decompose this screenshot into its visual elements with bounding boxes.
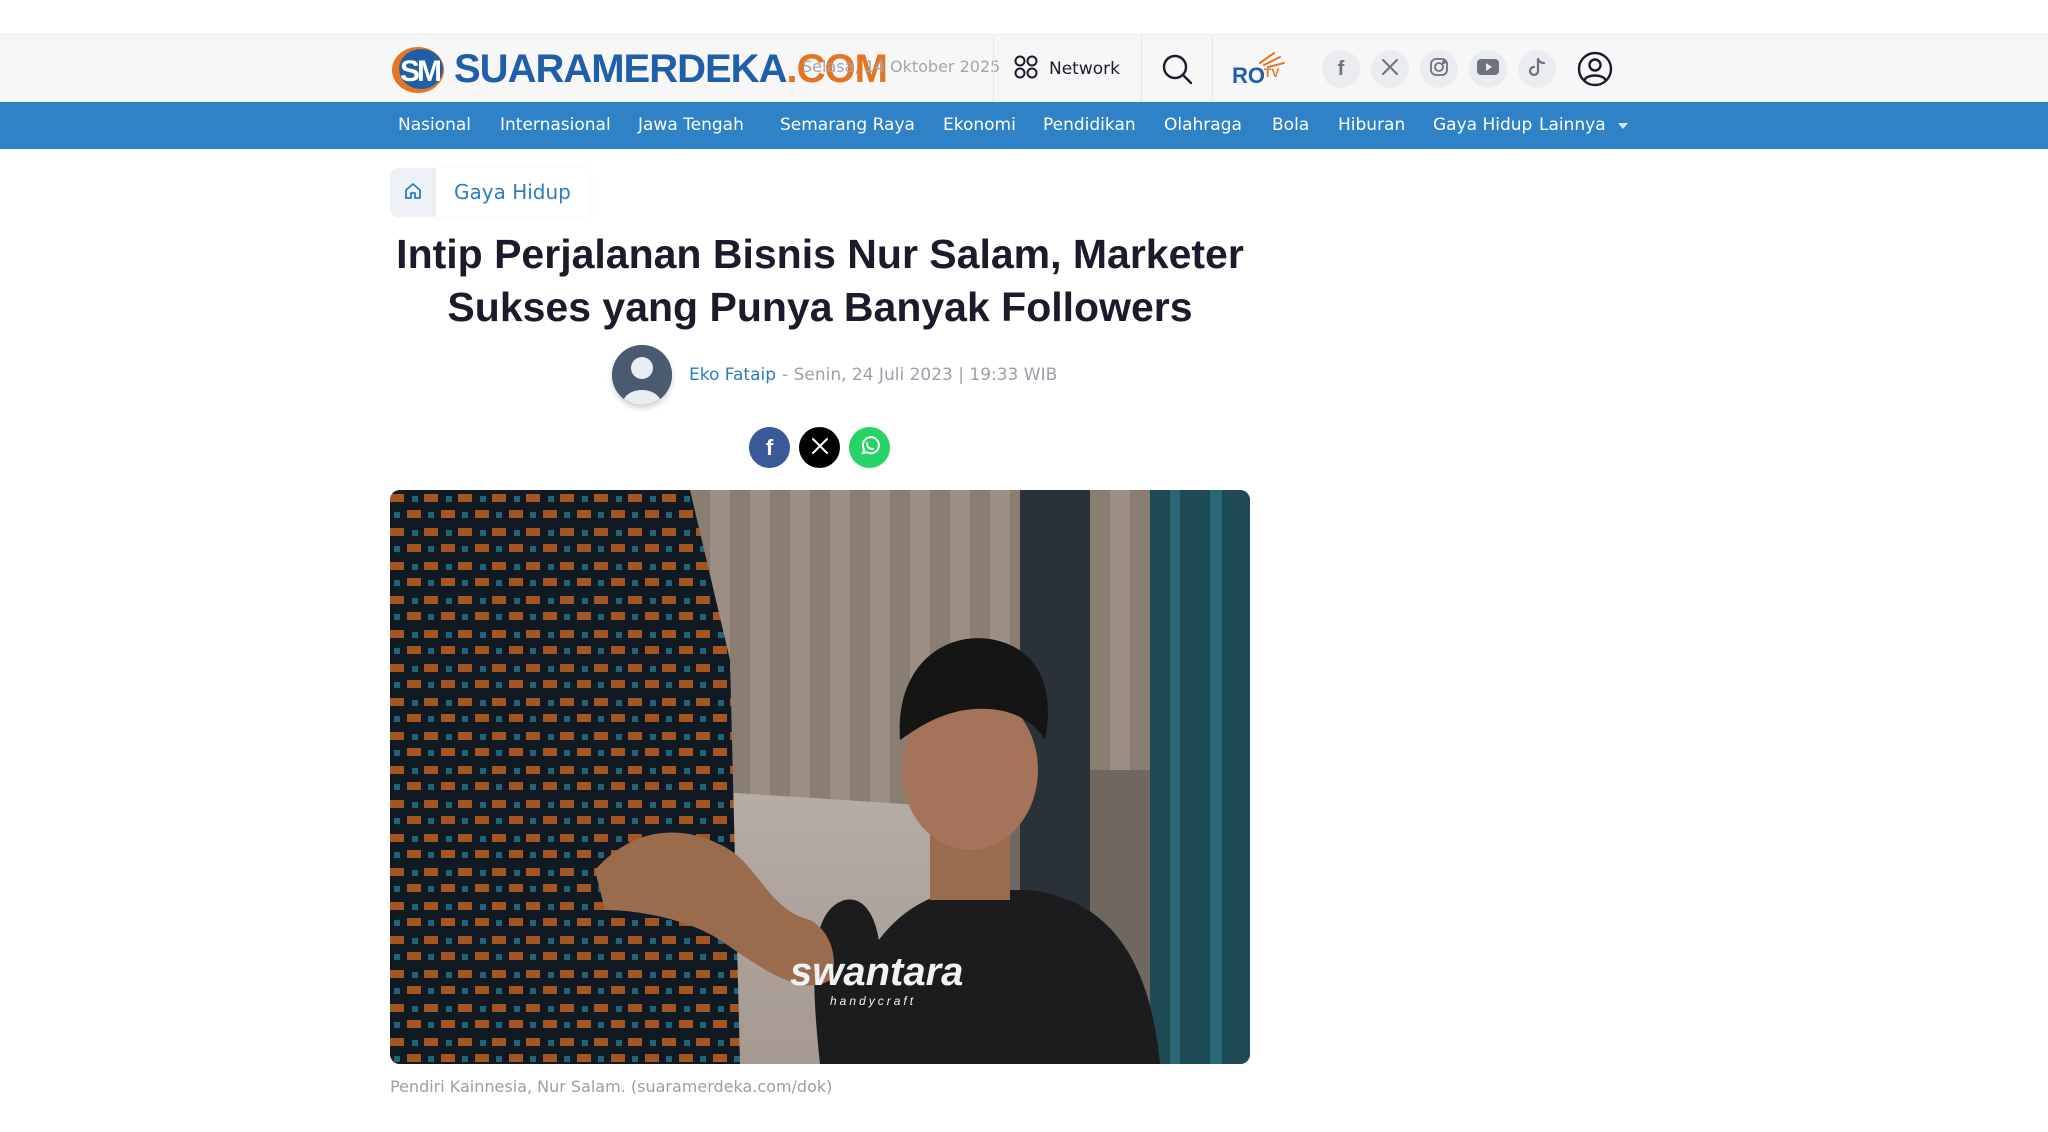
account-button[interactable] [1576, 50, 1614, 88]
rotv-icon: RO TV [1232, 52, 1285, 88]
instagram-icon [1429, 57, 1449, 81]
youtube-link[interactable] [1469, 50, 1507, 88]
x-icon [1380, 57, 1400, 81]
svg-text:RO: RO [1232, 63, 1265, 88]
facebook-icon: f [765, 434, 774, 460]
search-icon [1160, 54, 1194, 90]
shirt-sub-text: handycraft [830, 994, 916, 1008]
tiktok-icon [1528, 57, 1546, 81]
share-whatsapp-button[interactable] [849, 427, 890, 468]
svg-text:TV: TV [1264, 66, 1279, 80]
nav-item-ekonomi[interactable]: Ekonomi [943, 115, 1016, 135]
hero-photo: swantara handycraft [390, 490, 1250, 1064]
breadcrumb: Gaya Hidup [390, 168, 589, 217]
shirt-brand-text: swantara [790, 950, 963, 994]
whatsapp-icon [859, 435, 881, 461]
share-x-button[interactable] [799, 427, 840, 468]
author-link[interactable]: Eko Fataip [689, 365, 776, 385]
nav-item-lainnya[interactable]: Lainnya [1539, 115, 1606, 135]
tiktok-link[interactable] [1518, 50, 1556, 88]
article-byline: Eko Fataip - Senin, 24 Juli 2023 | 19:33… [612, 344, 1057, 406]
grid-icon [1013, 54, 1039, 85]
avatar [612, 345, 672, 405]
header-divider [1212, 35, 1213, 102]
rotv-logo[interactable]: RO TV [1230, 49, 1286, 89]
nav-item-hiburan[interactable]: Hiburan [1338, 115, 1405, 135]
chevron-down-icon[interactable] [1618, 123, 1628, 129]
site-header: S M SUARAMERDEKA .COM Selasa, 14 Oktober … [0, 35, 2048, 102]
home-icon [403, 181, 423, 205]
nav-item-bola[interactable]: Bola [1272, 115, 1309, 135]
main-nav: Nasional Internasional Jawa Tengah Semar… [0, 102, 2048, 149]
article-headline: Intip Perjalanan Bisnis Nur Salam, Marke… [396, 231, 1244, 330]
nav-item-semarang-raya[interactable]: Semarang Raya [780, 115, 915, 135]
nav-item-jawa-tengah[interactable]: Jawa Tengah [638, 115, 744, 135]
x-link[interactable] [1371, 50, 1409, 88]
nav-item-olahraga[interactable]: Olahraga [1164, 115, 1242, 135]
header-divider [993, 35, 994, 102]
youtube-icon [1477, 59, 1499, 79]
facebook-link[interactable]: f [1322, 50, 1360, 88]
nav-item-pendidikan[interactable]: Pendidikan [1043, 115, 1136, 135]
svg-text:M: M [417, 55, 442, 88]
logo-main-text: SUARAMERDEKA [454, 46, 787, 91]
facebook-icon: f [1337, 57, 1345, 80]
top-strip [0, 0, 2048, 35]
breadcrumb-home[interactable] [390, 168, 436, 217]
avatar-person-icon [612, 345, 672, 405]
search-button[interactable] [1160, 52, 1194, 86]
network-label: Network [1049, 59, 1120, 79]
nav-item-gaya-hidup[interactable]: Gaya Hidup [1433, 115, 1532, 135]
user-icon [1576, 51, 1614, 92]
image-caption: Pendiri Kainnesia, Nur Salam. (suaramerd… [390, 1077, 833, 1096]
nav-item-nasional[interactable]: Nasional [398, 115, 471, 135]
x-icon [811, 437, 829, 459]
network-button[interactable]: Network [1013, 49, 1120, 89]
instagram-link[interactable] [1420, 50, 1458, 88]
nav-item-internasional[interactable]: Internasional [500, 115, 611, 135]
header-date: Selasa, 14 Oktober 2025 [802, 57, 1001, 76]
header-divider [1141, 35, 1142, 102]
breadcrumb-category[interactable]: Gaya Hidup [436, 168, 589, 217]
share-facebook-button[interactable]: f [749, 427, 790, 468]
hero-image[interactable]: swantara handycraft [390, 490, 1250, 1064]
publish-date: - Senin, 24 Juli 2023 | 19:33 WIB [782, 365, 1058, 385]
logo-mark: S M [388, 43, 452, 95]
